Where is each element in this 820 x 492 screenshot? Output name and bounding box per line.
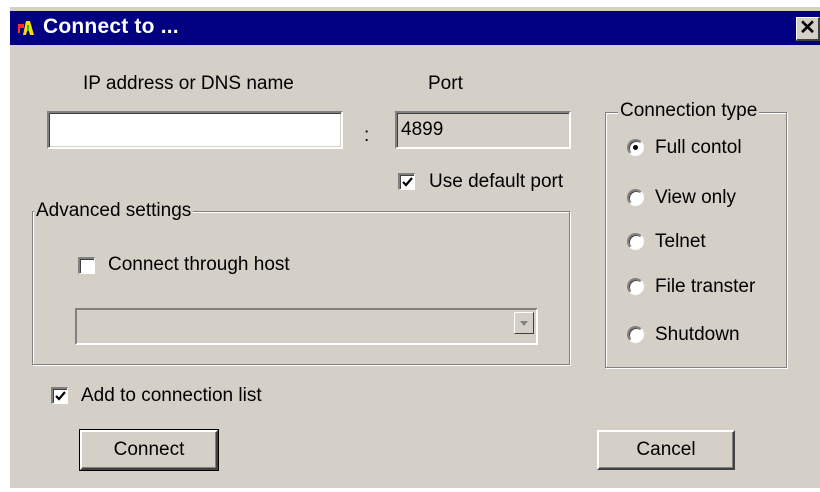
app-icon: [16, 19, 36, 38]
port-label: Port: [428, 73, 463, 94]
checkmark-icon: [55, 391, 66, 401]
connect-through-host-checkbox[interactable]: [78, 257, 95, 274]
connect-through-host-label: Connect through host: [108, 254, 290, 275]
chevron-down-icon: [520, 321, 528, 326]
radio-telnet-label: Telnet: [655, 231, 706, 252]
host-select[interactable]: [75, 308, 538, 345]
connect-dialog: Connect to ... ✕ IP address or DNS name …: [10, 7, 820, 488]
title-bar: Connect to ... ✕: [10, 11, 820, 45]
radio-shutdown[interactable]: [627, 326, 644, 343]
radio-selected-dot: [633, 145, 638, 150]
checkmark-icon: [402, 177, 413, 187]
close-button[interactable]: ✕: [796, 17, 820, 41]
radio-file-transfer[interactable]: [627, 278, 644, 295]
host-select-dropdown-button[interactable]: [514, 312, 534, 334]
radio-view-only-label: View only: [655, 187, 736, 208]
connection-type-title: Connection type: [618, 100, 760, 122]
add-to-list-checkbox[interactable]: [51, 387, 68, 404]
address-input[interactable]: [47, 111, 343, 149]
use-default-port-checkbox[interactable]: [398, 173, 415, 190]
radio-shutdown-label: Shutdown: [655, 324, 740, 345]
connect-button[interactable]: Connect: [79, 429, 219, 471]
use-default-port-label: Use default port: [429, 171, 564, 192]
advanced-settings-title: Advanced settings: [34, 200, 194, 222]
radio-telnet[interactable]: [627, 233, 644, 250]
cancel-button[interactable]: Cancel: [597, 430, 735, 470]
add-to-list-label: Add to connection list: [81, 385, 262, 406]
radio-full-control[interactable]: [627, 139, 644, 156]
radio-view-only[interactable]: [627, 189, 644, 206]
port-field[interactable]: 4899: [395, 111, 571, 149]
radio-file-transfer-label: File transter: [655, 276, 756, 297]
port-value: 4899: [401, 119, 444, 140]
radio-full-control-label: Full contol: [655, 137, 742, 158]
address-port-separator: :: [364, 125, 370, 146]
address-label: IP address or DNS name: [83, 73, 294, 94]
window-title: Connect to ...: [43, 15, 179, 38]
close-icon: ✕: [799, 17, 816, 39]
